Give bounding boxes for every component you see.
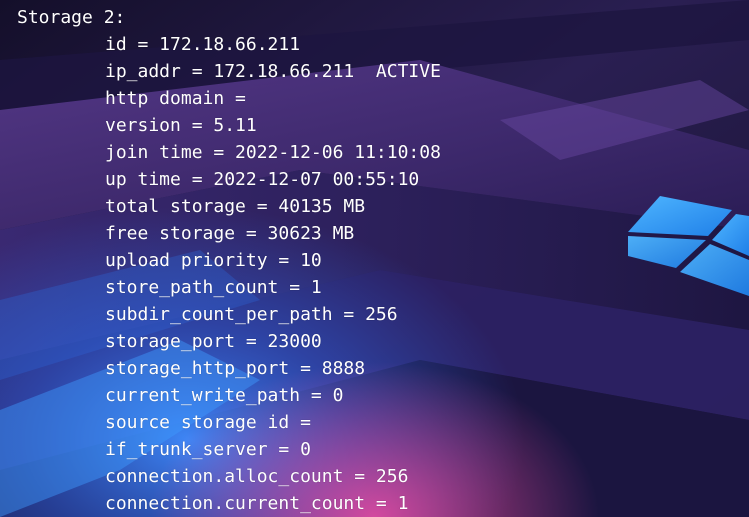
storage-header: Storage 2: — [17, 7, 126, 28]
field-line-up-time: up time = 2022-12-07 00:55:10 — [105, 169, 420, 190]
field-line-http-domain: http domain = — [105, 88, 246, 109]
terminal-output: Storage 2: id = 172.18.66.211 ip_addr = … — [0, 0, 749, 517]
field-line-subdir-count: subdir_count_per_path = 256 — [105, 304, 398, 325]
field-line-store-path-count: store_path_count = 1 — [105, 277, 322, 298]
field-line-current-write-path: current_write_path = 0 — [105, 385, 344, 406]
field-line-version: version = 5.11 — [105, 115, 257, 136]
field-line-id: id = 172.18.66.211 — [105, 34, 301, 55]
field-line-upload-priority: upload priority = 10 — [105, 250, 322, 271]
field-line-source-storage-id: source storage id = — [105, 412, 311, 433]
field-line-alloc-count: connection.alloc_count = 256 — [105, 466, 409, 487]
field-line-free-storage: free storage = 30623 MB — [105, 223, 355, 244]
field-line-ip-addr: ip_addr = 172.18.66.211 ACTIVE — [105, 61, 441, 82]
field-line-total-storage: total storage = 40135 MB — [105, 196, 366, 217]
field-line-current-count: connection.current_count = 1 — [105, 493, 409, 514]
field-line-storage-http-port: storage_http_port = 8888 — [105, 358, 366, 379]
field-line-storage-port: storage_port = 23000 — [105, 331, 322, 352]
field-line-join-time: join time = 2022-12-06 11:10:08 — [105, 142, 441, 163]
field-line-if-trunk-server: if_trunk_server = 0 — [105, 439, 311, 460]
